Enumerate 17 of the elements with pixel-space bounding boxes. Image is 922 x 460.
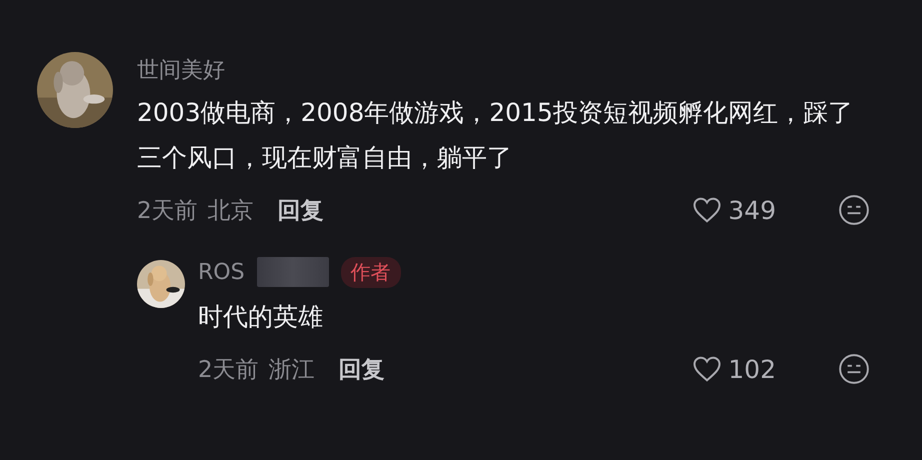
reply-button[interactable]: 回复 bbox=[338, 354, 385, 384]
heart-icon bbox=[692, 355, 722, 383]
comment-time: 2天前 bbox=[198, 356, 259, 384]
author-name[interactable]: ROS bbox=[198, 260, 245, 284]
comment-text: 2003做电商，2008年做游戏，2015投资短视频孵化网红，踩了三个风口，现在财富自由，躺平了 bbox=[137, 97, 854, 174]
comment-text: 时代的英雄 bbox=[198, 301, 324, 333]
like-button[interactable]: 102 bbox=[692, 354, 776, 384]
heart-icon bbox=[692, 196, 722, 224]
meh-face-icon[interactable] bbox=[838, 353, 870, 385]
comment-location: 浙江 bbox=[268, 356, 315, 384]
reply-button[interactable]: 回复 bbox=[278, 194, 324, 226]
meh-face-icon[interactable] bbox=[838, 194, 870, 226]
comment-time: 2天前 bbox=[137, 196, 198, 226]
author-name[interactable]: 世间美好 bbox=[137, 55, 225, 85]
comment-location: 北京 bbox=[208, 196, 254, 226]
author-tag: 作者 bbox=[340, 256, 401, 288]
like-button[interactable]: 349 bbox=[692, 196, 776, 224]
